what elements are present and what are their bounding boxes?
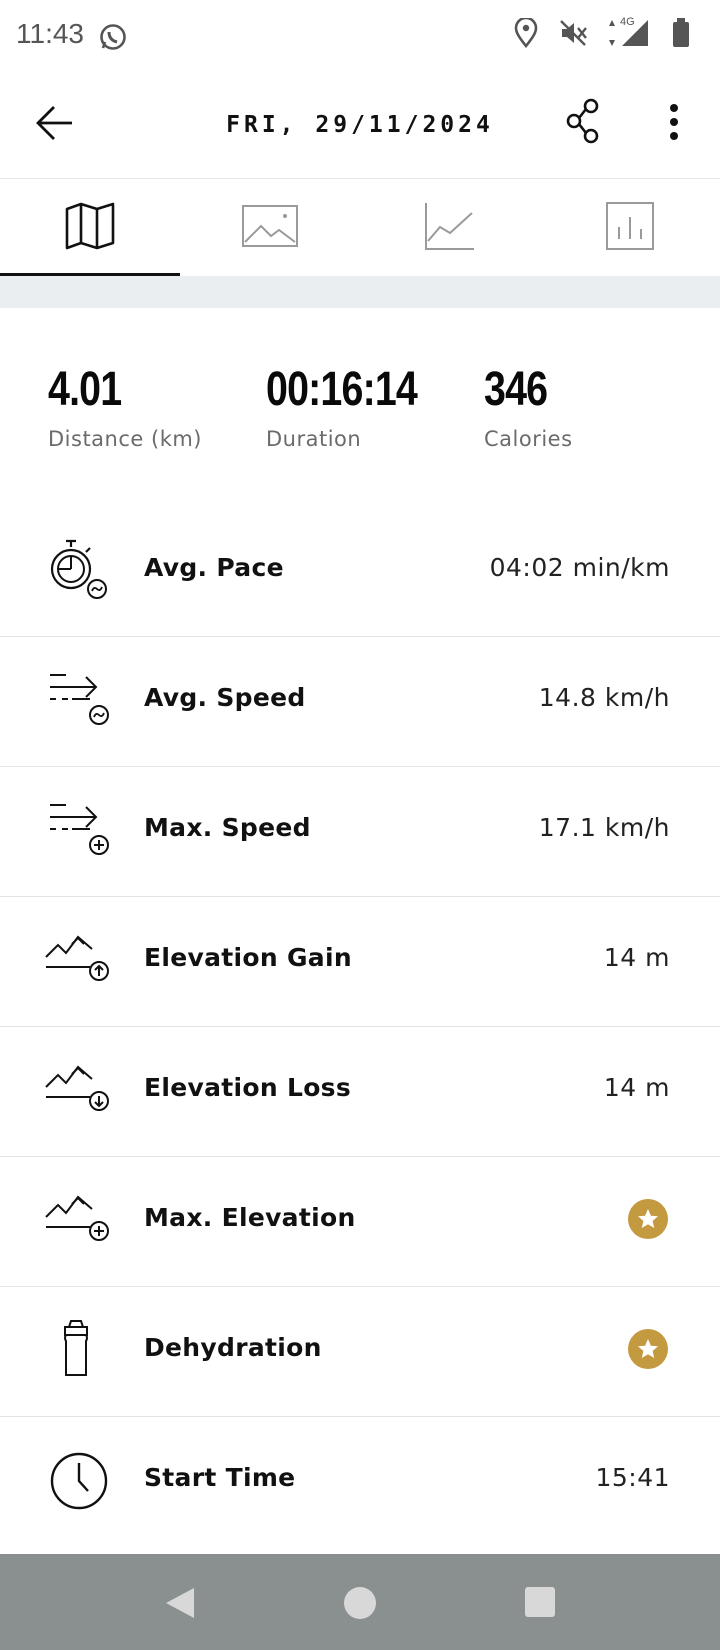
whatsapp-icon (98, 22, 128, 56)
summary-calories: 346 Calories (484, 362, 573, 451)
mute-icon (558, 18, 588, 52)
avg-pace-label: Avg. Pace (144, 553, 284, 582)
tab-bar (0, 178, 720, 277)
calories-value: 346 (484, 363, 548, 416)
speed-max-icon (44, 799, 114, 863)
list-item-elevation-gain[interactable]: Elevation Gain 14 m (0, 897, 720, 1027)
dehydration-label: Dehydration (144, 1333, 322, 1362)
max-speed-label: Max. Speed (144, 813, 311, 842)
status-bar: 11:43 4G (0, 0, 720, 74)
nav-home-icon[interactable] (343, 1586, 377, 1624)
nav-recents-icon[interactable] (524, 1586, 556, 1622)
max-speed-value: 17.1 km/h (538, 813, 670, 842)
list-item-start-time[interactable]: Start Time 15:41 (0, 1417, 720, 1546)
summary-distance: 4.01 Distance (km) (48, 362, 202, 451)
battery-icon (672, 18, 690, 52)
avg-speed-value: 14.8 km/h (538, 683, 670, 712)
nav-back-icon[interactable] (164, 1586, 196, 1624)
cellular-signal-icon: 4G (608, 16, 652, 52)
workout-summary: 4.01 Distance (km) 00:16:14 Duration 346… (0, 308, 720, 498)
clock-icon (44, 1449, 114, 1513)
section-divider (0, 276, 720, 308)
share-icon[interactable] (566, 98, 600, 144)
elevation-max-icon (44, 1189, 114, 1253)
elevation-loss-label: Elevation Loss (144, 1073, 352, 1102)
elevation-loss-icon (44, 1059, 114, 1123)
app-bar: FRI, 29/11/2024 (0, 74, 720, 178)
stopwatch-pace-icon (44, 539, 114, 603)
system-nav-bar (0, 1554, 720, 1650)
list-item-dehydration[interactable]: Dehydration (0, 1287, 720, 1417)
speed-avg-icon (44, 669, 114, 733)
elevation-gain-icon (44, 929, 114, 993)
image-icon (241, 204, 299, 252)
network-type-label: 4G (620, 16, 635, 28)
more-options-icon[interactable] (668, 104, 680, 140)
tab-map[interactable] (0, 179, 180, 277)
elevation-loss-value: 14 m (603, 1073, 670, 1102)
premium-star-icon[interactable] (628, 1199, 668, 1239)
map-icon (64, 201, 116, 255)
duration-value: 00:16:14 (266, 363, 418, 416)
tab-photos[interactable] (180, 179, 360, 277)
list-item-avg-pace[interactable]: Avg. Pace 04:02 min/km (0, 507, 720, 637)
status-time: 11:43 (16, 18, 84, 49)
line-chart-icon (424, 201, 476, 255)
list-item-max-speed[interactable]: Max. Speed 17.1 km/h (0, 767, 720, 897)
distance-value: 4.01 (48, 363, 122, 416)
page-title: FRI, 29/11/2024 (226, 112, 494, 138)
avg-pace-value: 04:02 min/km (489, 553, 670, 582)
premium-star-icon[interactable] (628, 1329, 668, 1369)
elevation-gain-value: 14 m (603, 943, 670, 972)
tab-splits[interactable] (540, 179, 720, 277)
start-time-label: Start Time (144, 1463, 296, 1492)
tab-graphs[interactable] (360, 179, 540, 277)
list-item-elevation-loss[interactable]: Elevation Loss 14 m (0, 1027, 720, 1157)
bottle-icon (44, 1319, 114, 1383)
avg-speed-label: Avg. Speed (144, 683, 306, 712)
bar-chart-icon (605, 201, 655, 255)
list-item-avg-speed[interactable]: Avg. Speed 14.8 km/h (0, 637, 720, 767)
max-elevation-label: Max. Elevation (144, 1203, 356, 1232)
summary-duration: 00:16:14 Duration (266, 362, 450, 451)
stats-list: Avg. Pace 04:02 min/km Avg. Speed 14.8 k… (0, 507, 720, 1546)
elevation-gain-label: Elevation Gain (144, 943, 352, 972)
start-time-value: 15:41 (595, 1463, 670, 1492)
list-item-max-elevation[interactable]: Max. Elevation (0, 1157, 720, 1287)
location-icon (514, 16, 538, 52)
calories-label: Calories (484, 427, 573, 451)
distance-label: Distance (km) (48, 427, 203, 451)
duration-label: Duration (266, 427, 362, 451)
